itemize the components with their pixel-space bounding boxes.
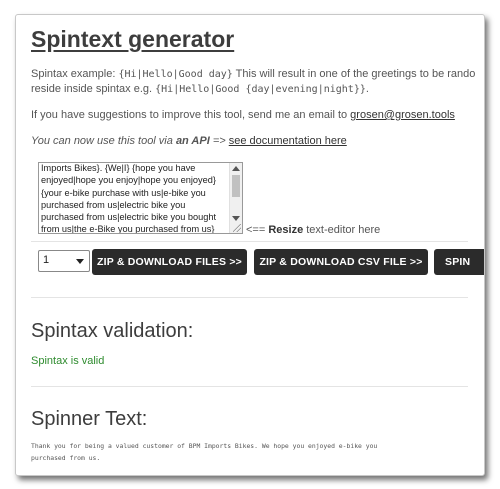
divider — [31, 297, 468, 298]
nested-spintax-text: reside inside spintax e.g. {Hi|Hello|Goo… — [31, 82, 369, 97]
scroll-up-arrow-icon[interactable] — [232, 166, 240, 171]
nested-prefix: reside inside spintax e.g. — [31, 83, 156, 95]
api-bold: an API — [175, 135, 210, 147]
spintax-example-text: Spintax example: {Hi|Hello|Good day} Thi… — [31, 67, 475, 82]
divider — [31, 241, 468, 242]
suggest-label: If you have suggestions to improve this … — [31, 109, 351, 121]
resize-hint-prefix: <== — [246, 224, 269, 236]
api-prefix: You can now use this tool via — [31, 135, 176, 147]
spin-button[interactable]: SPIN — [434, 249, 484, 275]
example-code: {Hi|Hello|Good day} — [118, 69, 233, 80]
email-link[interactable]: grosen@grosen.tools — [350, 109, 455, 121]
count-select[interactable]: 1 — [38, 250, 90, 272]
api-arrow: => — [209, 135, 229, 147]
example-prefix: Spintax example: — [31, 68, 119, 80]
nested-code: {Hi|Hello|Good {day|evening|night}} — [155, 84, 366, 95]
resize-hint: <== Resize text-editor here — [246, 224, 380, 236]
example-suffix: This will result in one of the greetings… — [232, 68, 476, 80]
suggestions-text: If you have suggestions to improve this … — [31, 108, 455, 123]
nested-suffix: . — [365, 83, 369, 95]
chevron-down-icon — [76, 259, 84, 264]
spintax-editor[interactable]: Imports Bikes}. {We|I} {hope you have en… — [38, 162, 243, 234]
scroll-down-arrow-icon[interactable] — [232, 216, 240, 221]
api-documentation-link[interactable]: see documentation here — [229, 135, 347, 147]
resize-hint-suffix: text-editor here — [303, 224, 381, 236]
editor-content[interactable]: Imports Bikes}. {We|I} {hope you have en… — [41, 163, 227, 233]
divider — [31, 386, 468, 387]
spinner-output-text: Thank you for being a valued customer of… — [31, 442, 378, 462]
count-select-value: 1 — [43, 254, 50, 266]
validation-heading: Spintax validation: — [31, 320, 194, 342]
editor-scrollbar[interactable] — [229, 163, 242, 233]
validation-status: Spintax is valid — [31, 355, 105, 367]
resize-grip-icon[interactable] — [233, 224, 241, 232]
page-title: Spintext generator — [31, 26, 235, 52]
resize-hint-bold: Resize — [268, 224, 304, 236]
api-text: You can now use this tool via an API => … — [31, 134, 347, 149]
spinner-text-heading: Spinner Text: — [31, 408, 148, 430]
zip-download-files-button[interactable]: ZIP & DOWNLOAD FILES >> — [92, 249, 247, 275]
scrollbar-thumb[interactable] — [232, 175, 240, 197]
main-card: Spintext generator Spintax example: {Hi|… — [15, 14, 485, 476]
zip-download-csv-button[interactable]: ZIP & DOWNLOAD CSV FILE >> — [254, 249, 428, 275]
